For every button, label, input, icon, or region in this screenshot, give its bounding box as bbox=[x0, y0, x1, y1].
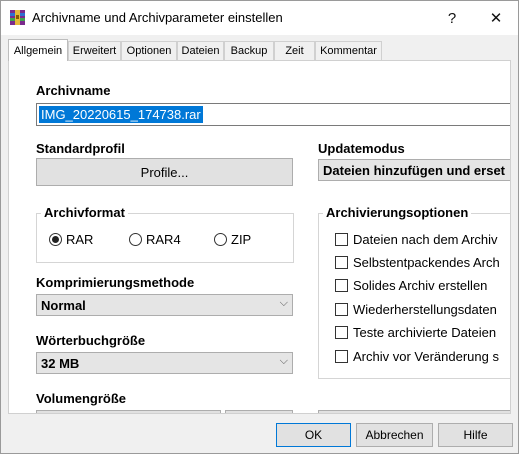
update-mode-label: Updatemodus bbox=[318, 141, 405, 156]
volume-size-label: Volumengröße bbox=[36, 391, 127, 406]
option-solid-archive[interactable]: Solides Archiv erstellen bbox=[335, 278, 487, 293]
option-label: Teste archivierte Dateien bbox=[353, 325, 497, 340]
option-delete-after-archiving[interactable]: Dateien nach dem Archiv bbox=[335, 232, 498, 247]
default-profile-label: Standardprofil bbox=[36, 141, 125, 156]
option-label: Solides Archiv erstellen bbox=[353, 278, 488, 293]
checkbox-icon bbox=[335, 233, 348, 246]
tab-erweitert[interactable]: Erweitert bbox=[68, 41, 121, 60]
option-recovery-record[interactable]: Wiederherstellungsdaten bbox=[335, 302, 497, 317]
cancel-button[interactable]: Abbrechen bbox=[356, 423, 433, 447]
ok-button[interactable]: OK bbox=[276, 423, 351, 447]
window-title: Archivname und Archivparameter einstelle… bbox=[32, 10, 283, 25]
tab-kommentar[interactable]: Kommentar bbox=[315, 41, 382, 60]
checkbox-icon bbox=[335, 350, 348, 363]
tab-dateien[interactable]: Dateien bbox=[177, 41, 224, 60]
checkbox-icon bbox=[335, 326, 348, 339]
radio-unselected-icon bbox=[129, 233, 142, 246]
tab-zeit[interactable]: Zeit bbox=[274, 41, 315, 60]
compression-method-select[interactable]: Normal ⌵ bbox=[36, 294, 293, 316]
option-self-extracting[interactable]: Selbstentpackendes Arch bbox=[335, 255, 500, 270]
format-rar4-radio[interactable]: RAR4 bbox=[129, 232, 181, 247]
volume-size-input[interactable] bbox=[36, 410, 221, 413]
tab-optionen[interactable]: Optionen bbox=[121, 41, 177, 60]
archive-name-input[interactable]: IMG_20220615_174738.rar bbox=[36, 103, 510, 126]
compression-method-value: Normal bbox=[41, 298, 86, 313]
help-title-button[interactable]: ? bbox=[429, 1, 475, 35]
update-mode-select[interactable]: Dateien hinzufügen und erset bbox=[318, 159, 510, 181]
close-icon[interactable]: ✕ bbox=[473, 1, 518, 35]
option-label: Archiv vor Veränderung s bbox=[353, 349, 499, 364]
chevron-down-icon: ⌵ bbox=[279, 355, 288, 367]
checkbox-icon bbox=[335, 279, 348, 292]
checkbox-icon bbox=[335, 303, 348, 316]
chevron-down-icon: ⌵ bbox=[279, 297, 288, 309]
archiving-options-label: Archivierungsoptionen bbox=[323, 205, 472, 220]
radio-unselected-icon bbox=[214, 233, 227, 246]
help-button[interactable]: Hilfe bbox=[438, 423, 513, 447]
format-zip-radio[interactable]: ZIP bbox=[214, 232, 251, 247]
tab-backup[interactable]: Backup bbox=[224, 41, 274, 60]
profiles-button[interactable]: Profile... bbox=[36, 158, 293, 186]
checkbox-icon bbox=[335, 256, 348, 269]
archive-format-label: Archivformat bbox=[41, 205, 128, 220]
volume-unit-select[interactable] bbox=[225, 410, 293, 413]
tab-allgemein[interactable]: Allgemein bbox=[8, 39, 68, 61]
option-test-files[interactable]: Teste archivierte Dateien bbox=[335, 325, 496, 340]
option-label: Dateien nach dem Archiv bbox=[353, 232, 498, 247]
option-lock-archive[interactable]: Archiv vor Veränderung s bbox=[335, 349, 499, 364]
update-mode-value: Dateien hinzufügen und erset bbox=[323, 163, 506, 178]
archive-name-value: IMG_20220615_174738.rar bbox=[39, 106, 203, 123]
format-rar-label: RAR bbox=[66, 232, 94, 247]
compression-method-label: Komprimierungsmethode bbox=[36, 275, 195, 290]
radio-selected-icon bbox=[49, 233, 62, 246]
set-password-button[interactable] bbox=[318, 410, 510, 413]
option-label: Selbstentpackendes Arch bbox=[353, 255, 500, 270]
dictionary-size-label: Wörterbuchgröße bbox=[36, 333, 146, 348]
option-label: Wiederherstellungsdaten bbox=[353, 302, 497, 317]
general-tab-panel: Archivname IMG_20220615_174738.rar Stand… bbox=[8, 60, 511, 414]
archive-name-label: Archivname bbox=[36, 83, 111, 98]
dialog-window: Archivname und Archivparameter einstelle… bbox=[0, 0, 519, 454]
format-rar4-label: RAR4 bbox=[146, 232, 181, 247]
format-zip-label: ZIP bbox=[231, 232, 252, 247]
format-rar-radio[interactable]: RAR bbox=[49, 232, 93, 247]
title-bar: Archivname und Archivparameter einstelle… bbox=[1, 1, 518, 35]
dictionary-size-value: 32 MB bbox=[41, 356, 80, 371]
winrar-app-icon bbox=[10, 10, 25, 25]
dictionary-size-select[interactable]: 32 MB ⌵ bbox=[36, 352, 293, 374]
